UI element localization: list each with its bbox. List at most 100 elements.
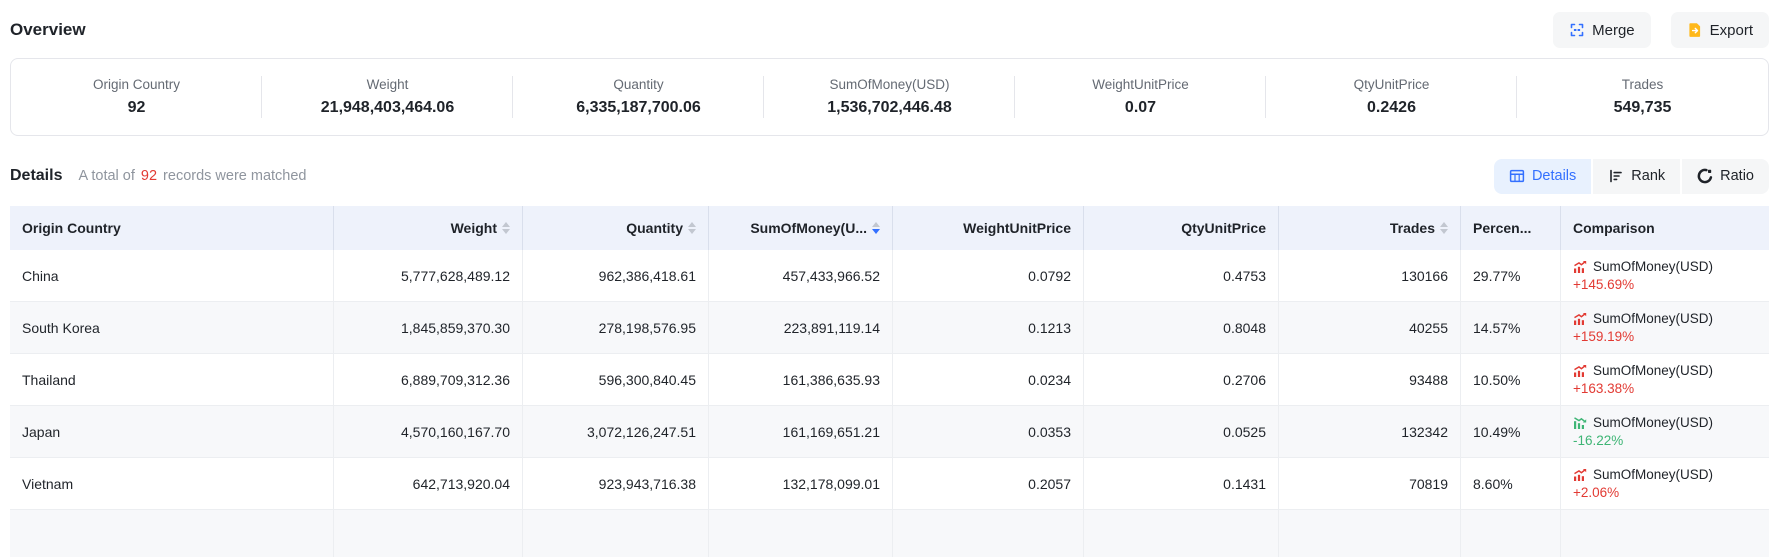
- view-switcher: Details Rank Ratio: [1494, 159, 1769, 194]
- stat-label: Weight: [367, 77, 409, 92]
- merge-button[interactable]: Merge: [1553, 12, 1651, 48]
- ratio-donut-icon: [1697, 168, 1713, 184]
- rank-bars-icon: [1608, 168, 1624, 184]
- cell-sum-of-money: 457,433,966.52: [709, 250, 893, 301]
- cell-sum-of-money: 223,891,119.14: [709, 302, 893, 353]
- tab-details[interactable]: Details: [1494, 159, 1591, 194]
- stat-label: WeightUnitPrice: [1092, 77, 1189, 92]
- table-row[interactable]: Thailand 6,889,709,312.36 596,300,840.45…: [10, 354, 1769, 406]
- table-row[interactable]: Japan 4,570,160,167.70 3,072,126,247.51 …: [10, 406, 1769, 458]
- cell-weight: 5,777,628,489.12: [334, 250, 523, 301]
- records-matched-text: A total of 92 records were matched: [78, 168, 306, 184]
- cell-country: Japan: [10, 406, 334, 457]
- stat-label: Quantity: [613, 77, 663, 92]
- records-count: 92: [141, 168, 157, 184]
- cell-weight: 1,845,859,370.30: [334, 302, 523, 353]
- comparison-change: +159.19%: [1573, 329, 1634, 344]
- stat-trades: Trades 549,735: [1517, 59, 1768, 135]
- cell-weight-unit-price: 0.1213: [893, 302, 1084, 353]
- stat-value: 92: [128, 99, 146, 117]
- stat-quantity: Quantity 6,335,187,700.06: [513, 59, 764, 135]
- column-header-weight-unit-price: WeightUnitPrice: [893, 206, 1084, 250]
- cell-weight-unit-price: 0.0792: [893, 250, 1084, 301]
- stat-value: 549,735: [1614, 99, 1672, 117]
- page-root: Overview Merge: [0, 0, 1779, 559]
- export-button[interactable]: Export: [1671, 12, 1769, 48]
- cell-sum-of-money: 132,178,099.01: [709, 458, 893, 509]
- comparison-metric: SumOfMoney(USD): [1593, 415, 1713, 430]
- details-heading: Details A total of 92 records were match…: [10, 167, 307, 185]
- column-header-quantity[interactable]: Quantity: [523, 206, 709, 250]
- sort-arrows-icon[interactable]: [688, 222, 696, 234]
- column-header-weight[interactable]: Weight: [334, 206, 523, 250]
- merge-button-label: Merge: [1592, 22, 1635, 39]
- comparison-metric: SumOfMoney(USD): [1593, 259, 1713, 274]
- table-header-row: Origin Country Weight Quantity SumOfMone…: [10, 206, 1769, 250]
- details-title: Details: [10, 167, 62, 185]
- merge-cells-icon: [1569, 22, 1585, 38]
- comparison-metric: SumOfMoney(USD): [1593, 311, 1713, 326]
- stat-label: SumOfMoney(USD): [829, 77, 949, 92]
- column-header-comparison: Comparison: [1561, 206, 1769, 250]
- stat-value: 0.07: [1125, 99, 1156, 117]
- stat-origin-country: Origin Country 92: [11, 59, 262, 135]
- column-header-trades[interactable]: Trades: [1279, 206, 1461, 250]
- tab-details-label: Details: [1532, 168, 1576, 184]
- cell-qty-unit-price: 0.8048: [1084, 302, 1279, 353]
- column-header-percentage: Percen...: [1461, 206, 1561, 250]
- column-header-origin-country: Origin Country: [10, 206, 334, 250]
- sort-arrows-icon[interactable]: [1440, 222, 1448, 234]
- records-suffix: records were matched: [163, 168, 306, 184]
- comparison-change: +145.69%: [1573, 277, 1634, 292]
- table-row[interactable]: South Korea 1,845,859,370.30 278,198,576…: [10, 302, 1769, 354]
- cell-weight-unit-price: 0.0353: [893, 406, 1084, 457]
- cell-qty-unit-price: 0.0525: [1084, 406, 1279, 457]
- comparison-metric: SumOfMoney(USD): [1593, 363, 1713, 378]
- overview-card: Origin Country 92 Weight 21,948,403,464.…: [10, 58, 1769, 136]
- sort-arrows-icon[interactable]: [502, 222, 510, 234]
- cell-qty-unit-price: 0.4753: [1084, 250, 1279, 301]
- stat-sum-of-money: SumOfMoney(USD) 1,536,702,446.48: [764, 59, 1015, 135]
- cell-qty-unit-price: 0.1431: [1084, 458, 1279, 509]
- tab-rank[interactable]: Rank: [1593, 159, 1680, 194]
- cell-trades: 70819: [1279, 458, 1461, 509]
- cell-comparison: SumOfMoney(USD) +163.38%: [1561, 354, 1769, 405]
- cell-quantity: 962,386,418.61: [523, 250, 709, 301]
- cell-trades: 93488: [1279, 354, 1461, 405]
- tab-rank-label: Rank: [1631, 168, 1665, 184]
- cell-sum-of-money: 161,386,635.93: [709, 354, 893, 405]
- tab-ratio[interactable]: Ratio: [1682, 159, 1769, 194]
- stat-qty-unit-price: QtyUnitPrice 0.2426: [1266, 59, 1517, 135]
- stat-weight: Weight 21,948,403,464.06: [262, 59, 513, 135]
- stat-label: Trades: [1622, 77, 1664, 92]
- cell-trades: 132342: [1279, 406, 1461, 457]
- stat-label: Origin Country: [93, 77, 180, 92]
- cell-percentage: 8.60%: [1461, 458, 1561, 509]
- details-bar: Details A total of 92 records were match…: [10, 158, 1769, 194]
- topbar-actions: Merge Export: [1553, 12, 1769, 48]
- table-row[interactable]: China 5,777,628,489.12 962,386,418.61 45…: [10, 250, 1769, 302]
- comparison-metric: SumOfMoney(USD): [1593, 467, 1713, 482]
- cell-quantity: 3,072,126,247.51: [523, 406, 709, 457]
- table-row[interactable]: Vietnam 642,713,920.04 923,943,716.38 13…: [10, 458, 1769, 510]
- sort-arrows-icon[interactable]: [872, 222, 880, 234]
- stat-label: QtyUnitPrice: [1354, 77, 1430, 92]
- trend-up-chart-icon: [1573, 260, 1587, 274]
- cell-country: Vietnam: [10, 458, 334, 509]
- cell-comparison: SumOfMoney(USD) +159.19%: [1561, 302, 1769, 353]
- overview-title: Overview: [10, 20, 86, 40]
- cell-weight: 642,713,920.04: [334, 458, 523, 509]
- comparison-change: +163.38%: [1573, 381, 1634, 396]
- column-header-sum-of-money[interactable]: SumOfMoney(U...: [709, 206, 893, 250]
- stat-value: 0.2426: [1367, 99, 1416, 117]
- cell-comparison: SumOfMoney(USD) +145.69%: [1561, 250, 1769, 301]
- cell-sum-of-money: 161,169,651.21: [709, 406, 893, 457]
- comparison-change: +2.06%: [1573, 485, 1619, 500]
- stat-value: 1,536,702,446.48: [827, 99, 952, 117]
- column-header-qty-unit-price: QtyUnitPrice: [1084, 206, 1279, 250]
- cell-quantity: 278,198,576.95: [523, 302, 709, 353]
- cell-country: China: [10, 250, 334, 301]
- trend-up-chart-icon: [1573, 468, 1587, 482]
- records-prefix: A total of: [78, 168, 134, 184]
- cell-weight: 4,570,160,167.70: [334, 406, 523, 457]
